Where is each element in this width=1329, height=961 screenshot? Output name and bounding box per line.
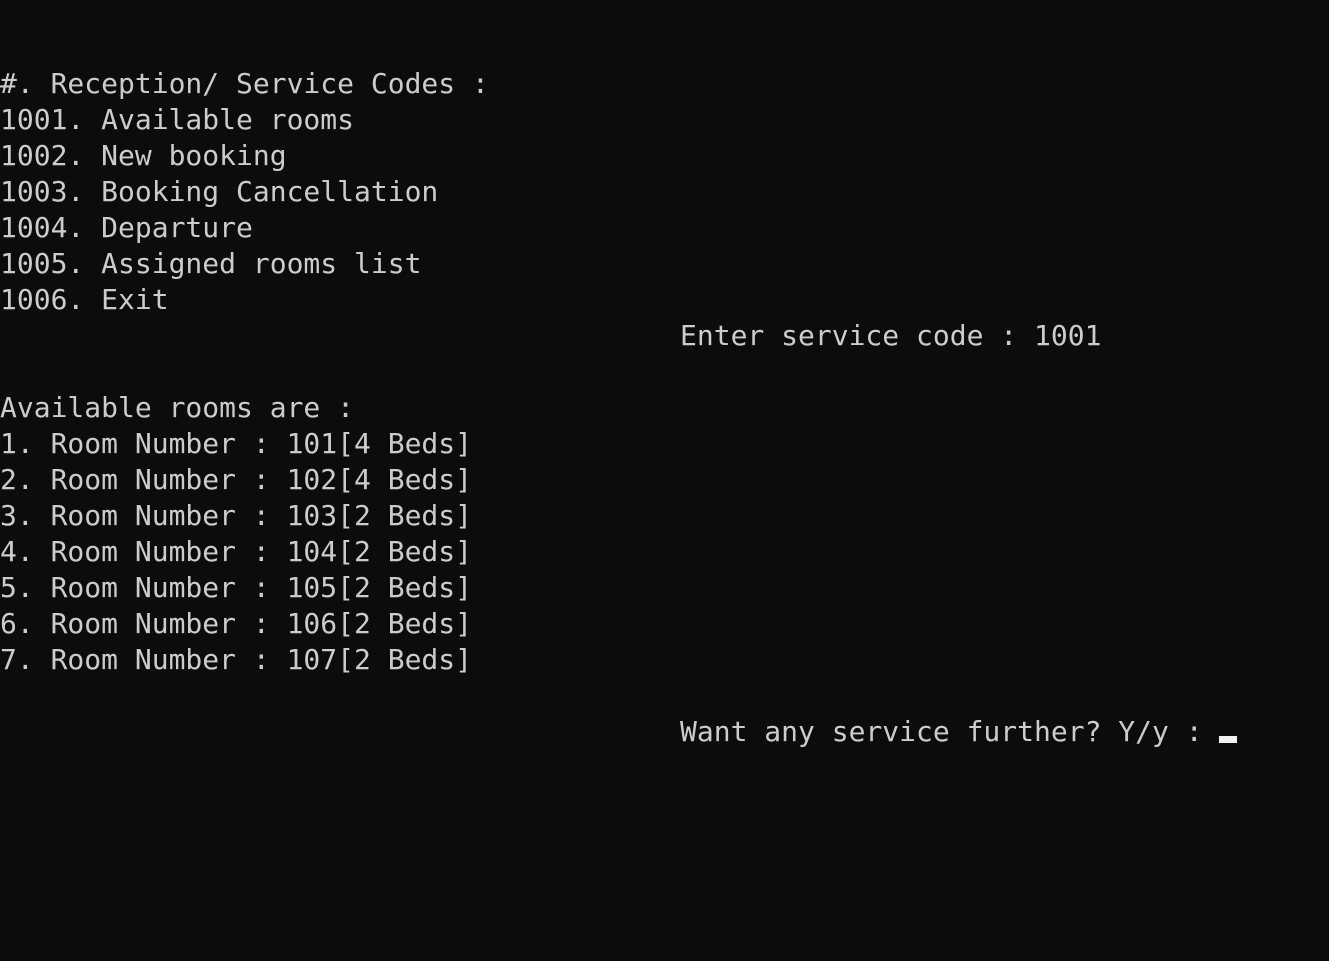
room-list-item: 6. Room Number : 106[2 Beds] [0, 607, 473, 640]
room-list-item: 4. Room Number : 104[2 Beds] [0, 535, 473, 568]
menu-item-new-booking: 1002. New booking [0, 139, 287, 172]
text-cursor[interactable] [1219, 736, 1238, 743]
continue-prompt-label: Want any service further? Y/y : [680, 715, 1220, 748]
service-code-label: Enter service code : [680, 319, 1035, 352]
menu-header: #. Reception/ Service Codes : [0, 67, 489, 100]
room-list-item: 1. Room Number : 101[4 Beds] [0, 427, 473, 460]
menu-item-booking-cancellation: 1003. Booking Cancellation [0, 175, 439, 208]
continue-prompt[interactable]: Want any service further? Y/y : [680, 714, 1238, 750]
room-list-item: 7. Room Number : 107[2 Beds] [0, 643, 473, 676]
menu-item-available-rooms: 1001. Available rooms [0, 103, 355, 136]
room-list-item: 5. Room Number : 105[2 Beds] [0, 571, 473, 604]
room-list-item: 3. Room Number : 103[2 Beds] [0, 499, 473, 532]
service-code-prompt: Enter service code : 1001 [680, 318, 1101, 354]
menu-item-exit: 1006. Exit [0, 283, 169, 316]
service-code-value: 1001 [1034, 319, 1102, 352]
menu-item-assigned-rooms-list: 1005. Assigned rooms list [0, 247, 422, 280]
menu-item-departure: 1004. Departure [0, 211, 253, 244]
console-window[interactable]: #. Reception/ Service Codes : 1001. Avai… [0, 0, 1329, 961]
room-list-item: 2. Room Number : 102[4 Beds] [0, 463, 473, 496]
available-rooms-header: Available rooms are : [0, 391, 355, 424]
